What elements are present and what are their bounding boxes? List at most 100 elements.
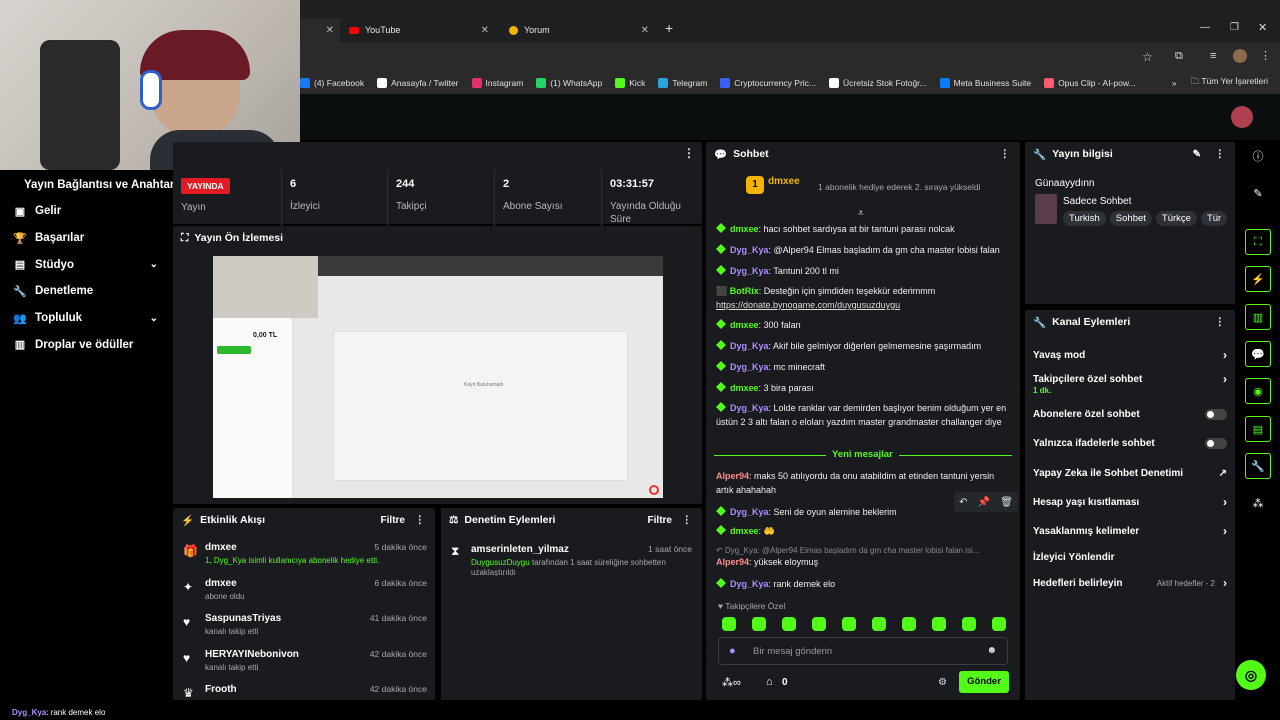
pencil-icon[interactable]: ✎	[1245, 180, 1271, 206]
settings-icon[interactable]: ⚙	[938, 677, 947, 688]
bookmark-item[interactable]: Opus Clip - AI-pow...	[1044, 78, 1136, 88]
emote-icon[interactable]	[842, 617, 856, 631]
emote-icon[interactable]	[722, 617, 736, 631]
bookmarks-more-icon[interactable]: »	[1172, 78, 1177, 88]
emote-icon[interactable]	[872, 617, 886, 631]
chat-username[interactable]: Dyg_Kya	[730, 579, 769, 589]
activity-user[interactable]: Frooth	[205, 684, 237, 695]
chat-bubble-icon[interactable]: 💬	[1245, 341, 1271, 367]
nav-item-başarılar[interactable]: 🏆 Başarılar	[0, 225, 172, 252]
layout-icon[interactable]: ▤	[1245, 416, 1271, 442]
chevron-right-icon[interactable]: ›	[1223, 576, 1227, 590]
emote-icon[interactable]	[812, 617, 826, 631]
chat-username[interactable]: Dyg_Kya	[730, 341, 769, 351]
nav-item-droplar[interactable]: ▥ Droplar ve ödüller	[0, 331, 172, 358]
chevron-down-icon[interactable]: ⌄	[150, 259, 158, 270]
chevron-right-icon[interactable]: ›	[1223, 348, 1227, 362]
collapse-icon[interactable]: ⩡	[858, 208, 864, 219]
support-icon[interactable]: ◎	[1236, 660, 1266, 690]
bookmark-item[interactable]: Kick	[615, 78, 645, 88]
chat-username[interactable]: Dyg_Kya	[730, 403, 769, 413]
channel-action-row[interactable]: Yapay Zeka ile Sohbet Denetimi ↗	[1033, 468, 1227, 488]
mic-icon[interactable]: ●	[729, 645, 736, 657]
close-window-icon[interactable]: ✕	[1258, 21, 1267, 34]
channel-action-row[interactable]: Hedefleri belirleyin Aktif hedefler - 2 ›	[1033, 576, 1227, 598]
toggle-switch[interactable]	[1205, 409, 1227, 420]
extensions-icon[interactable]: ⧉	[1175, 50, 1183, 63]
channel-action-row[interactable]: Yavaş mod ›	[1033, 348, 1227, 370]
store-icon[interactable]: ⌂	[766, 676, 773, 688]
emote-icon[interactable]	[932, 617, 946, 631]
moderation-filter-button[interactable]: Filtre	[648, 515, 672, 526]
channel-action-row[interactable]: Yalnızca ifadelerle sohbet	[1033, 438, 1227, 458]
emoji-icon[interactable]: ☻	[986, 645, 997, 656]
info-icon[interactable]: ⓘ	[1245, 143, 1271, 169]
send-button[interactable]: Gönder	[959, 671, 1009, 693]
nav-item-topluluk[interactable]: 👥 Topluluk ⌄	[0, 305, 172, 332]
tag-chip[interactable]: Türkçe	[1155, 211, 1197, 226]
panel-menu-icon[interactable]: ⋮	[1215, 148, 1226, 160]
chat-username[interactable]: BotRix	[730, 286, 759, 296]
channel-action-row[interactable]: Yasaklanmış kelimeler ›	[1033, 524, 1227, 546]
panel-menu-icon[interactable]: ⋮	[682, 514, 693, 526]
maximize-icon[interactable]: ❐	[1230, 22, 1239, 33]
toggle-switch[interactable]	[1205, 438, 1227, 449]
bookmark-item[interactable]: Meta Business Suite	[939, 78, 1031, 88]
pin-icon[interactable]: 📌	[978, 497, 990, 508]
panel-menu-icon[interactable]: ⋮	[415, 514, 426, 526]
stream-key-link[interactable]: Yayın Bağlantısı ve Anahtarı	[24, 179, 178, 191]
tag-chip[interactable]: Tür	[1200, 211, 1228, 226]
category-name[interactable]: Sadece Sohbet	[1063, 196, 1131, 207]
scan-icon[interactable]: ⛶	[1245, 229, 1271, 255]
chevron-right-icon[interactable]: ›	[1223, 524, 1227, 538]
chat-username[interactable]: Dyg_Kya	[730, 245, 769, 255]
browser-tab-yorum[interactable]: Yorum ✕	[505, 18, 655, 42]
reply-icon[interactable]: ↶	[959, 497, 967, 508]
chat-username[interactable]: dmxee	[730, 526, 759, 536]
nav-item-denetleme[interactable]: 🔧 Denetleme	[0, 278, 172, 305]
close-tab-icon[interactable]: ✕	[326, 25, 334, 36]
external-link-icon[interactable]: ↗	[1219, 468, 1227, 479]
bolt-icon[interactable]: ⚡	[1245, 266, 1271, 292]
chat-username[interactable]: dmxee	[730, 320, 759, 330]
nav-item-gelir[interactable]: ▣ Gelir	[0, 198, 172, 225]
new-tab-icon[interactable]: +	[665, 20, 673, 36]
close-tab-icon[interactable]: ✕	[641, 25, 649, 36]
emote-icon[interactable]	[992, 617, 1006, 631]
panel-menu-icon[interactable]: ⋮	[1000, 148, 1011, 160]
browser-tab-active[interactable]: ✕	[300, 18, 340, 42]
activity-user[interactable]: SaspunasTriyas	[205, 613, 281, 624]
all-bookmarks-link[interactable]: 🗀 Tüm Yer İşaretleri	[1191, 76, 1268, 90]
moderated-user[interactable]: amserinleten_yilmaz	[471, 544, 569, 555]
broadcast-icon[interactable]: ◉	[1245, 378, 1271, 404]
activity-user[interactable]: HERYAYINebonivon	[205, 649, 299, 660]
bookmark-item[interactable]: Telegram	[658, 78, 707, 88]
minimize-icon[interactable]: —	[1200, 22, 1210, 33]
chat-input[interactable]: ● Bir mesaj gönderin ☻	[718, 637, 1008, 665]
emote-icon[interactable]	[752, 617, 766, 631]
channel-action-row[interactable]: Abonelere özel sohbet	[1033, 409, 1227, 429]
emote-icon[interactable]	[782, 617, 796, 631]
browser-tab-youtube[interactable]: YouTube ✕	[345, 18, 495, 42]
tag-chip[interactable]: Turkish	[1063, 211, 1106, 226]
loyalty-icon[interactable]: ⁂∞	[722, 676, 741, 689]
activity-filter-button[interactable]: Filtre	[381, 515, 405, 526]
channel-action-row[interactable]: İzleyici Yönlendir	[1033, 552, 1227, 572]
chevron-right-icon[interactable]: ›	[1223, 495, 1227, 509]
bookmark-item[interactable]: Ücretsiz Stok Fotoğr...	[829, 78, 927, 88]
chat-username[interactable]: dmxee	[730, 383, 759, 393]
community-icon[interactable]: ⁂	[1245, 490, 1271, 516]
emote-icon[interactable]	[902, 617, 916, 631]
moderator-name[interactable]: DuygusuzDuygu	[471, 558, 530, 567]
panel-menu-icon[interactable]: ⋮	[683, 146, 695, 160]
channel-action-row[interactable]: Takipçilere özel sohbet 1 dk. ›	[1033, 372, 1227, 395]
user-avatar[interactable]	[1231, 106, 1253, 128]
close-tab-icon[interactable]: ✕	[481, 25, 489, 36]
channel-action-row[interactable]: Hesap yaşı kısıtlaması ›	[1033, 495, 1227, 517]
pinned-user[interactable]: dmxee	[768, 176, 800, 187]
clipboard-icon[interactable]: ▥	[1245, 304, 1271, 330]
bookmark-item[interactable]: Instagram	[471, 78, 523, 88]
stream-preview-video[interactable]: 0,00 TL Kayıt Bulunamadı	[213, 256, 663, 498]
tag-chip[interactable]: Sohbet	[1109, 211, 1152, 226]
edit-icon[interactable]: ✎	[1193, 149, 1201, 160]
